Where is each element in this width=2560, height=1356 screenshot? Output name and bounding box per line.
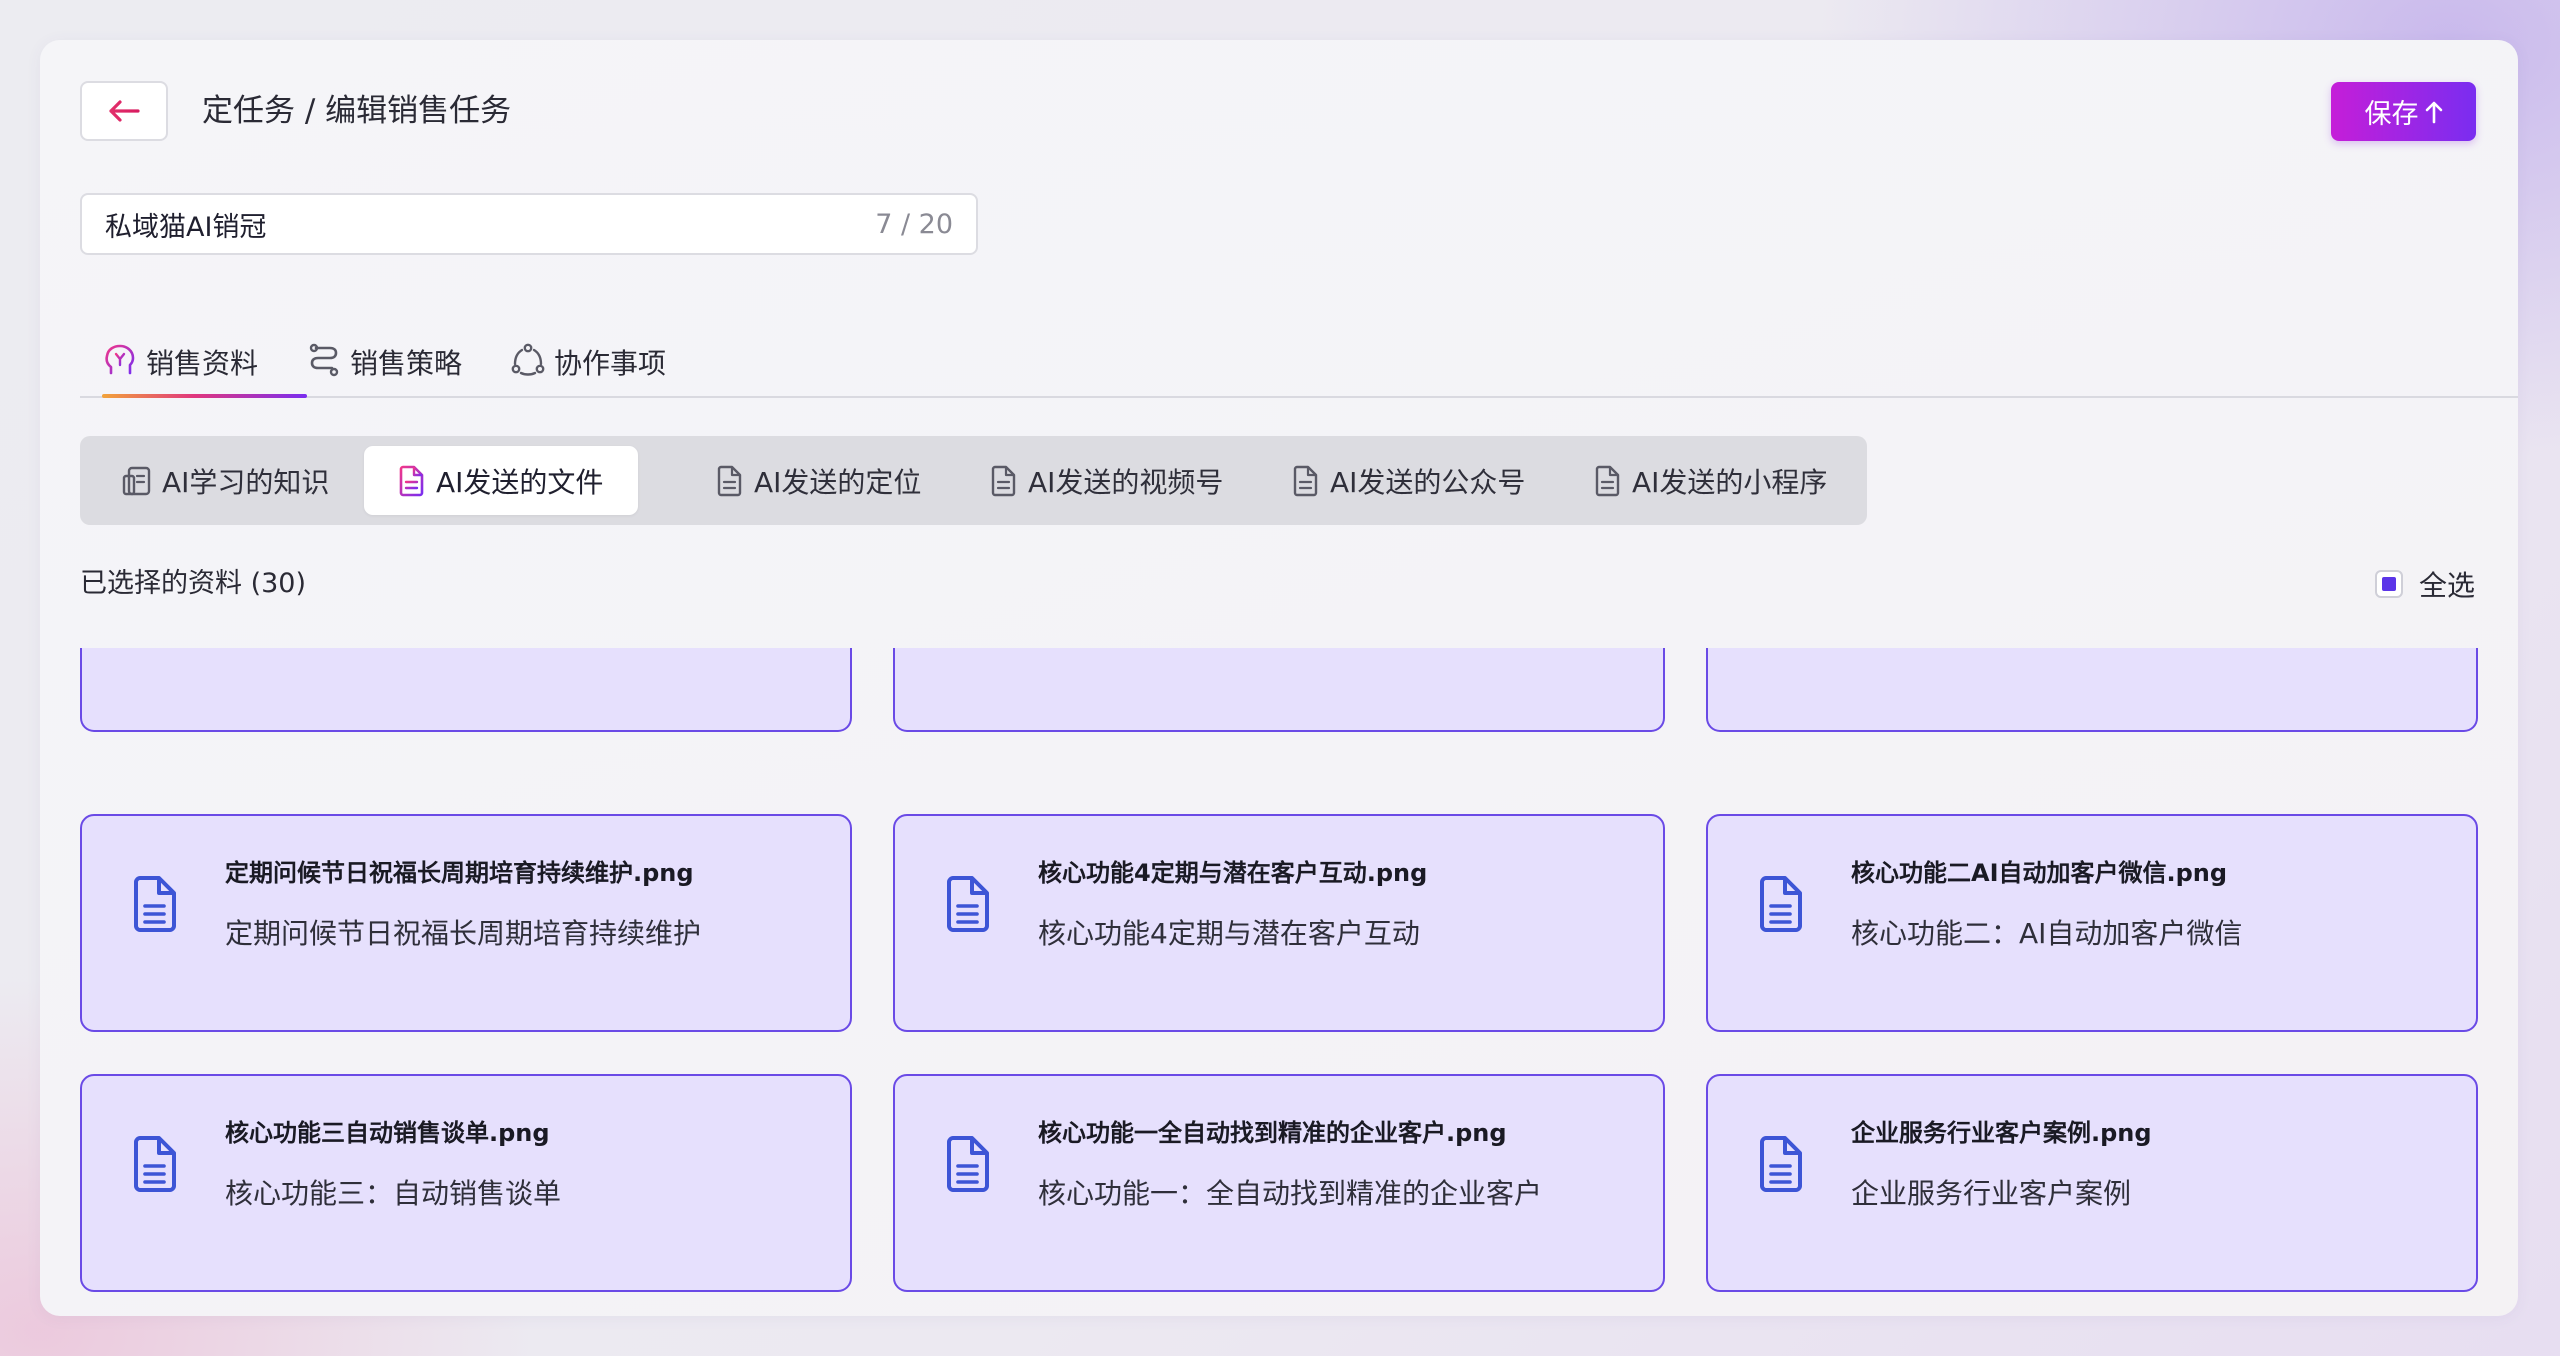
- file-card-partial[interactable]: [1706, 648, 2478, 732]
- save-button[interactable]: 保存: [2331, 82, 2476, 141]
- subtab-ai-knowledge-label: AI学习的知识: [162, 465, 330, 499]
- subtab-ai-files-label: AI发送的文件: [436, 465, 604, 499]
- file-document-icon: [134, 1136, 176, 1192]
- file-grid[interactable]: 定期问候节日祝福长周期培育持续维护.png 定期问候节日祝福长周期培育持续维护 …: [80, 648, 2478, 1316]
- file-description: 核心功能一：全自动找到精准的企业客户: [1038, 1177, 1543, 1210]
- tab-sales-strategy-label: 销售策略: [350, 347, 463, 380]
- file-card[interactable]: 核心功能二AI自动加客户微信.png 核心功能二：AI自动加客户微信: [1706, 814, 2478, 1032]
- task-name-field[interactable]: 私域猫AI销冠 7 / 20: [80, 193, 978, 255]
- tab-collaboration[interactable]: 协作事项: [510, 330, 666, 396]
- file-name: 核心功能4定期与潜在客户互动.png: [1038, 859, 1428, 887]
- file-icon: [1293, 465, 1318, 496]
- file-card-partial[interactable]: [80, 648, 852, 732]
- selected-count-label: 已选择的资料 (30): [80, 568, 307, 599]
- file-name: 定期问候节日祝福长周期培育持续维护.png: [225, 859, 694, 887]
- file-name: 核心功能二AI自动加客户微信.png: [1851, 859, 2228, 887]
- checkbox-indeterminate-mark: [2382, 577, 2396, 591]
- back-button[interactable]: [80, 81, 168, 141]
- file-card[interactable]: 企业服务行业客户案例.png 企业服务行业客户案例: [1706, 1074, 2478, 1292]
- task-name-value: 私域猫AI销冠: [105, 211, 267, 243]
- file-card[interactable]: 定期问候节日祝福长周期培育持续维护.png 定期问候节日祝福长周期培育持续维护: [80, 814, 852, 1032]
- active-tab-indicator: [102, 394, 307, 398]
- subtab-ai-official-account-label: AI发送的公众号: [1330, 465, 1526, 499]
- subtab-ai-mini-program[interactable]: AI发送的小程序: [1578, 446, 1839, 515]
- file-icon: [717, 465, 742, 496]
- subtab-ai-files[interactable]: AI发送的文件: [364, 446, 638, 515]
- select-all-checkbox[interactable]: [2375, 570, 2403, 598]
- file-description: 核心功能4定期与潜在客户互动: [1038, 917, 1420, 950]
- arrow-left-icon: [109, 100, 140, 122]
- file-icon: [991, 465, 1016, 496]
- file-name: 企业服务行业客户案例.png: [1851, 1119, 2152, 1147]
- file-name: 核心功能一全自动找到精准的企业客户.png: [1038, 1119, 1507, 1147]
- file-description: 企业服务行业客户案例: [1851, 1177, 2132, 1210]
- file-description: 核心功能二：AI自动加客户微信: [1851, 917, 2243, 950]
- subtab-ai-knowledge[interactable]: AI学习的知识: [108, 446, 341, 515]
- main-panel: 定任务 / 编辑销售任务 保存 私域猫AI销冠 7 / 20 销售资料 销售策略…: [40, 40, 2518, 1316]
- tab-collaboration-label: 协作事项: [554, 347, 667, 380]
- file-document-icon: [947, 1136, 989, 1192]
- tab-sales-materials[interactable]: 销售资料: [102, 330, 307, 398]
- knowledge-doc-icon: [122, 466, 151, 495]
- file-document-icon: [1760, 1136, 1802, 1192]
- file-card[interactable]: 核心功能一全自动找到精准的企业客户.png 核心功能一：全自动找到精准的企业客户: [893, 1074, 1665, 1292]
- subtab-ai-official-account[interactable]: AI发送的公众号: [1276, 446, 1537, 515]
- tab-sales-materials-label: 销售资料: [146, 347, 259, 380]
- subtab-ai-mini-program-label: AI发送的小程序: [1632, 465, 1828, 499]
- subtab-ai-location[interactable]: AI发送的定位: [700, 446, 933, 515]
- subtab-ai-channels-label: AI发送的视频号: [1028, 465, 1224, 499]
- file-description: 定期问候节日祝福长周期培育持续维护: [225, 917, 702, 950]
- file-card[interactable]: 核心功能4定期与潜在客户互动.png 核心功能4定期与潜在客户互动: [893, 814, 1665, 1032]
- file-name: 核心功能三自动销售谈单.png: [225, 1119, 550, 1147]
- subtab-ai-channels[interactable]: AI发送的视频号: [974, 446, 1235, 515]
- file-document-icon: [134, 876, 176, 932]
- subtab-ai-location-label: AI发送的定位: [754, 465, 922, 499]
- select-all-label: 全选: [2419, 569, 2476, 602]
- collaboration-icon: [511, 343, 545, 376]
- route-icon: [309, 343, 339, 377]
- file-document-icon: [1760, 876, 1802, 932]
- arrow-up-icon: [2425, 101, 2442, 123]
- tab-sales-strategy[interactable]: 销售策略: [306, 330, 462, 396]
- file-icon: [399, 465, 424, 496]
- file-icon: [1595, 465, 1620, 496]
- file-card[interactable]: 核心功能三自动销售谈单.png 核心功能三：自动销售谈单: [80, 1074, 852, 1292]
- main-tabs: 销售资料 销售策略 协作事项: [80, 330, 2518, 398]
- file-card-partial[interactable]: [893, 648, 1665, 732]
- file-description: 核心功能三：自动销售谈单: [225, 1177, 562, 1210]
- page-title: 定任务 / 编辑销售任务: [202, 93, 512, 129]
- file-document-icon: [947, 876, 989, 932]
- save-button-label: 保存: [2364, 99, 2419, 130]
- brain-head-icon: [105, 344, 135, 375]
- select-all-toggle[interactable]: 全选: [2375, 564, 2475, 604]
- char-counter: 7 / 20: [875, 208, 953, 240]
- material-type-tabs: AI学习的知识 AI发送的文件 AI发送的定位 AI发送的视频号 AI发送的公众…: [80, 436, 1867, 525]
